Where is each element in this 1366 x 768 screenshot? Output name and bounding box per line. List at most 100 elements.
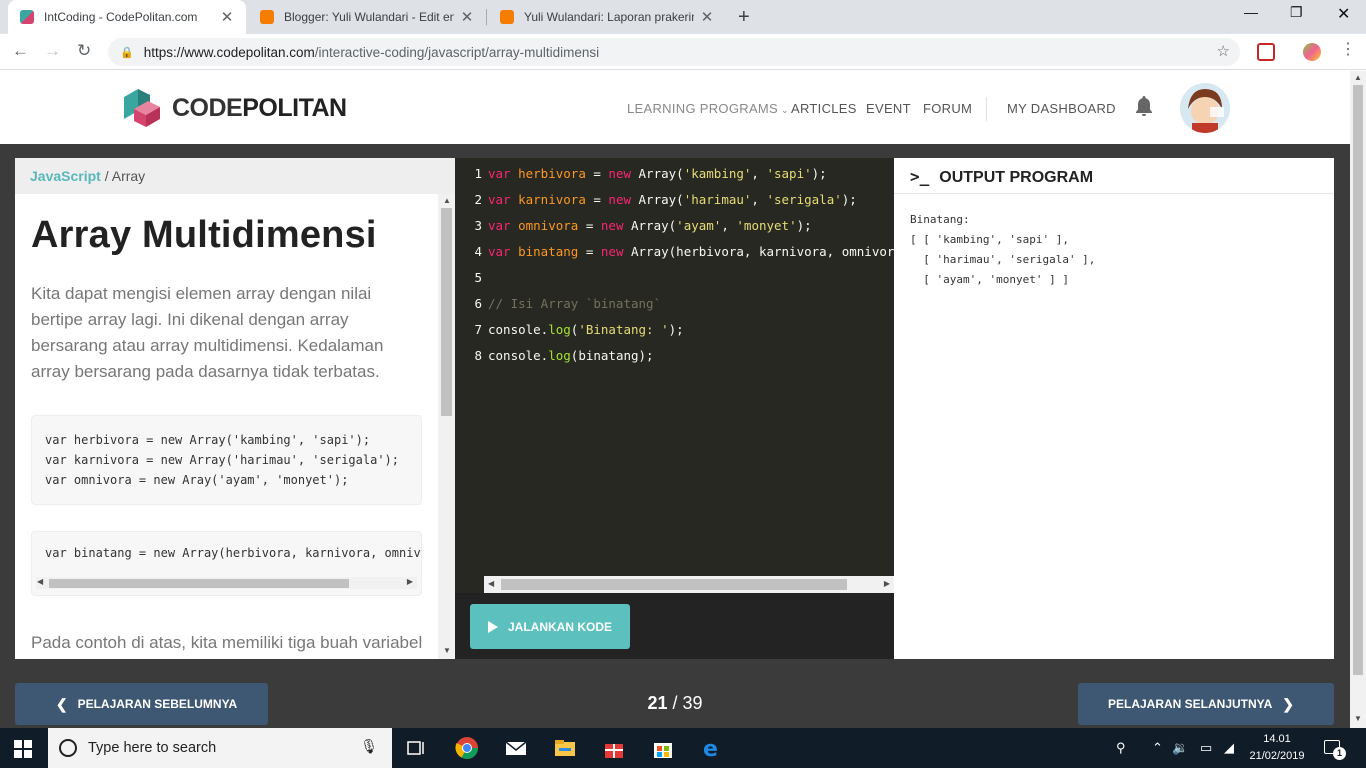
page-counter: 21 / 39 <box>647 693 703 713</box>
scroll-up-icon[interactable]: ▲ <box>443 196 451 205</box>
back-icon[interactable]: ← <box>12 41 29 61</box>
close-tab-icon[interactable]: ✕ <box>220 8 234 26</box>
breadcrumb-topic: / Array <box>100 168 146 184</box>
clock-date: 21/02/2019 <box>1249 750 1305 762</box>
file-explorer-icon[interactable] <box>553 736 577 760</box>
previous-lesson-label: PELAJARAN SEBELUMNYA <box>77 697 238 711</box>
volume-icon[interactable]: 🔉 <box>1172 740 1188 756</box>
task-view-icon[interactable] <box>404 736 428 760</box>
windows-taskbar: Type here to search 🎙 e ⚲ ⌃ 🔉 ▭ ◢ 14.01 … <box>0 728 1366 768</box>
wifi-icon[interactable]: ◢ <box>1224 740 1234 756</box>
scrollbar-thumb[interactable] <box>49 579 349 588</box>
play-icon <box>488 620 498 633</box>
tab-blogger-laporan[interactable]: Yuli Wulandari: Laporan prakerin ✕ <box>488 0 726 34</box>
notifications-icon[interactable]: 1 <box>1324 740 1346 760</box>
maximize-icon[interactable]: ❐ <box>1290 4 1303 21</box>
scroll-left-icon[interactable]: ◀ <box>488 579 494 588</box>
codepolitan-logo[interactable]: CODE POLITAN <box>120 87 347 129</box>
people-icon[interactable]: ⚲ <box>1116 740 1126 756</box>
scrollbar-thumb[interactable] <box>1353 85 1363 675</box>
scrollbar-thumb[interactable] <box>501 579 847 590</box>
lesson-paragraph-2: Pada contoh di atas, kita memiliki tiga … <box>31 633 423 652</box>
browser-toolbar: ← → ↻ 🔒 https://www.codepolitan.com /int… <box>0 34 1366 70</box>
lesson-vertical-scrollbar[interactable]: ▲ ▼ <box>438 194 455 659</box>
close-tab-icon[interactable]: ✕ <box>700 8 714 26</box>
lesson-panel: JavaScript / Array Array Multidimensi Ki… <box>15 158 455 659</box>
code-line: 2 var karnivora = new Array('harimau', 's… <box>455 187 894 213</box>
code-line: 3 var omnivora = new Array('ayam', 'monye… <box>455 213 894 239</box>
output-title: OUTPUT PROGRAM <box>939 169 1094 186</box>
nav-forum[interactable]: FORUM <box>923 101 972 116</box>
chevron-up-icon[interactable]: ⌃ <box>1152 740 1163 756</box>
site-header: CODE POLITAN LEARNING PROGRAMS ⌄ ARTICLES … <box>0 71 1350 144</box>
taskbar-clock[interactable]: 14.01 21/02/2019 <box>1246 731 1308 765</box>
run-code-button[interactable]: JALANKAN KODE <box>470 604 630 649</box>
code-line: 5 <box>455 265 894 291</box>
scroll-down-icon[interactable]: ▼ <box>443 646 451 655</box>
code-line: 6// Isi Array `binatang` <box>455 291 894 317</box>
code-editor[interactable]: 1 var herbivora = new Array('kambing', 's… <box>455 158 894 593</box>
breadcrumb: JavaScript / Array <box>15 158 455 194</box>
user-avatar[interactable] <box>1180 83 1230 133</box>
bell-icon[interactable] <box>1134 95 1154 120</box>
lesson-intro-paragraph: Kita dapat mengisi elemen array dengan n… <box>31 284 384 381</box>
run-code-label: JALANKAN KODE <box>508 619 613 634</box>
nav-divider <box>986 97 987 121</box>
code-snippet-binatang: var binatang = new Array(herbivora, karn… <box>31 531 422 596</box>
code-snippet-declarations: var herbivora = new Array('kambing', 'sa… <box>31 415 422 505</box>
logo-cube-icon <box>124 89 160 127</box>
address-bar[interactable]: 🔒 https://www.codepolitan.com /interacti… <box>108 38 1240 66</box>
chrome-taskbar-icon[interactable] <box>455 736 479 760</box>
svg-text:e: e <box>703 737 718 760</box>
line-number: 5 <box>474 270 482 285</box>
scroll-down-icon[interactable]: ▼ <box>1354 714 1362 723</box>
mic-icon[interactable]: 🎙 <box>360 738 378 755</box>
reload-icon[interactable]: ↻ <box>77 41 91 61</box>
forward-icon[interactable]: → <box>44 41 61 61</box>
nav-learning-programs[interactable]: LEARNING PROGRAMS ⌄ <box>627 101 789 116</box>
previous-lesson-button[interactable]: ❮ PELAJARAN SEBELUMNYA <box>15 683 268 725</box>
windows-start-icon[interactable] <box>14 740 32 761</box>
gift-app-icon[interactable] <box>602 736 626 760</box>
menu-dots-icon[interactable]: ⋮ <box>1340 39 1356 59</box>
run-bar: JALANKAN KODE <box>455 593 894 659</box>
code-line: 7 console.log('Binatang: '); <box>455 317 894 343</box>
tab-title: Yuli Wulandari: Laporan prakerin <box>524 10 694 24</box>
scrollbar-thumb[interactable] <box>441 208 452 416</box>
tab-blogger-edit[interactable]: Blogger: Yuli Wulandari - Edit ent ✕ <box>248 0 486 34</box>
store-icon[interactable] <box>651 736 675 760</box>
scroll-right-icon[interactable]: ▶ <box>407 577 413 586</box>
extension-icon[interactable] <box>1257 43 1275 61</box>
search-icon <box>59 739 77 757</box>
output-text: Binatang: [ [ 'kambing', 'sapi' ], [ 'ha… <box>910 213 1096 286</box>
tab-intcoding[interactable]: IntCoding - CodePolitan.com ✕ <box>8 0 246 34</box>
browser-tab-strip: IntCoding - CodePolitan.com ✕ Blogger: Y… <box>0 0 1366 34</box>
editor-horizontal-scrollbar[interactable]: ◀ ▶ <box>484 576 894 593</box>
next-lesson-button[interactable]: PELAJARAN SELANJUTNYA ❯ <box>1078 683 1334 725</box>
scroll-up-icon[interactable]: ▲ <box>1354 73 1362 82</box>
snippet-horizontal-scrollbar[interactable]: ◀ ▶ <box>36 577 417 589</box>
star-icon[interactable]: ☆ <box>1217 42 1230 60</box>
edge-icon[interactable]: e <box>700 736 724 762</box>
page-vertical-scrollbar[interactable]: ▲ ▼ <box>1350 71 1366 728</box>
nav-articles[interactable]: ARTICLES <box>791 101 857 116</box>
mail-icon[interactable] <box>504 736 528 760</box>
total-lessons: 39 <box>682 693 703 713</box>
nav-my-dashboard[interactable]: MY DASHBOARD <box>1007 101 1116 116</box>
close-window-icon[interactable]: ✕ <box>1337 4 1350 24</box>
nav-event[interactable]: EVENT <box>866 101 911 116</box>
line-number: 2 <box>474 192 482 207</box>
output-panel: >_ OUTPUT PROGRAM Binatang: [ [ 'kambing'… <box>894 158 1334 659</box>
profile-avatar-icon[interactable] <box>1303 43 1321 61</box>
search-placeholder: Type here to search <box>88 740 217 756</box>
breadcrumb-language-link[interactable]: JavaScript <box>30 168 101 184</box>
current-lesson-number: 21 <box>647 693 668 713</box>
new-tab-icon[interactable]: + <box>738 6 750 29</box>
scroll-right-icon[interactable]: ▶ <box>884 579 890 588</box>
battery-icon[interactable]: ▭ <box>1200 740 1212 756</box>
logo-text-politan: POLITAN <box>242 93 347 122</box>
scroll-left-icon[interactable]: ◀ <box>37 577 43 586</box>
close-tab-icon[interactable]: ✕ <box>460 8 474 26</box>
taskbar-search-box[interactable]: Type here to search 🎙 <box>48 728 392 768</box>
minimize-icon[interactable]: — <box>1244 4 1258 20</box>
